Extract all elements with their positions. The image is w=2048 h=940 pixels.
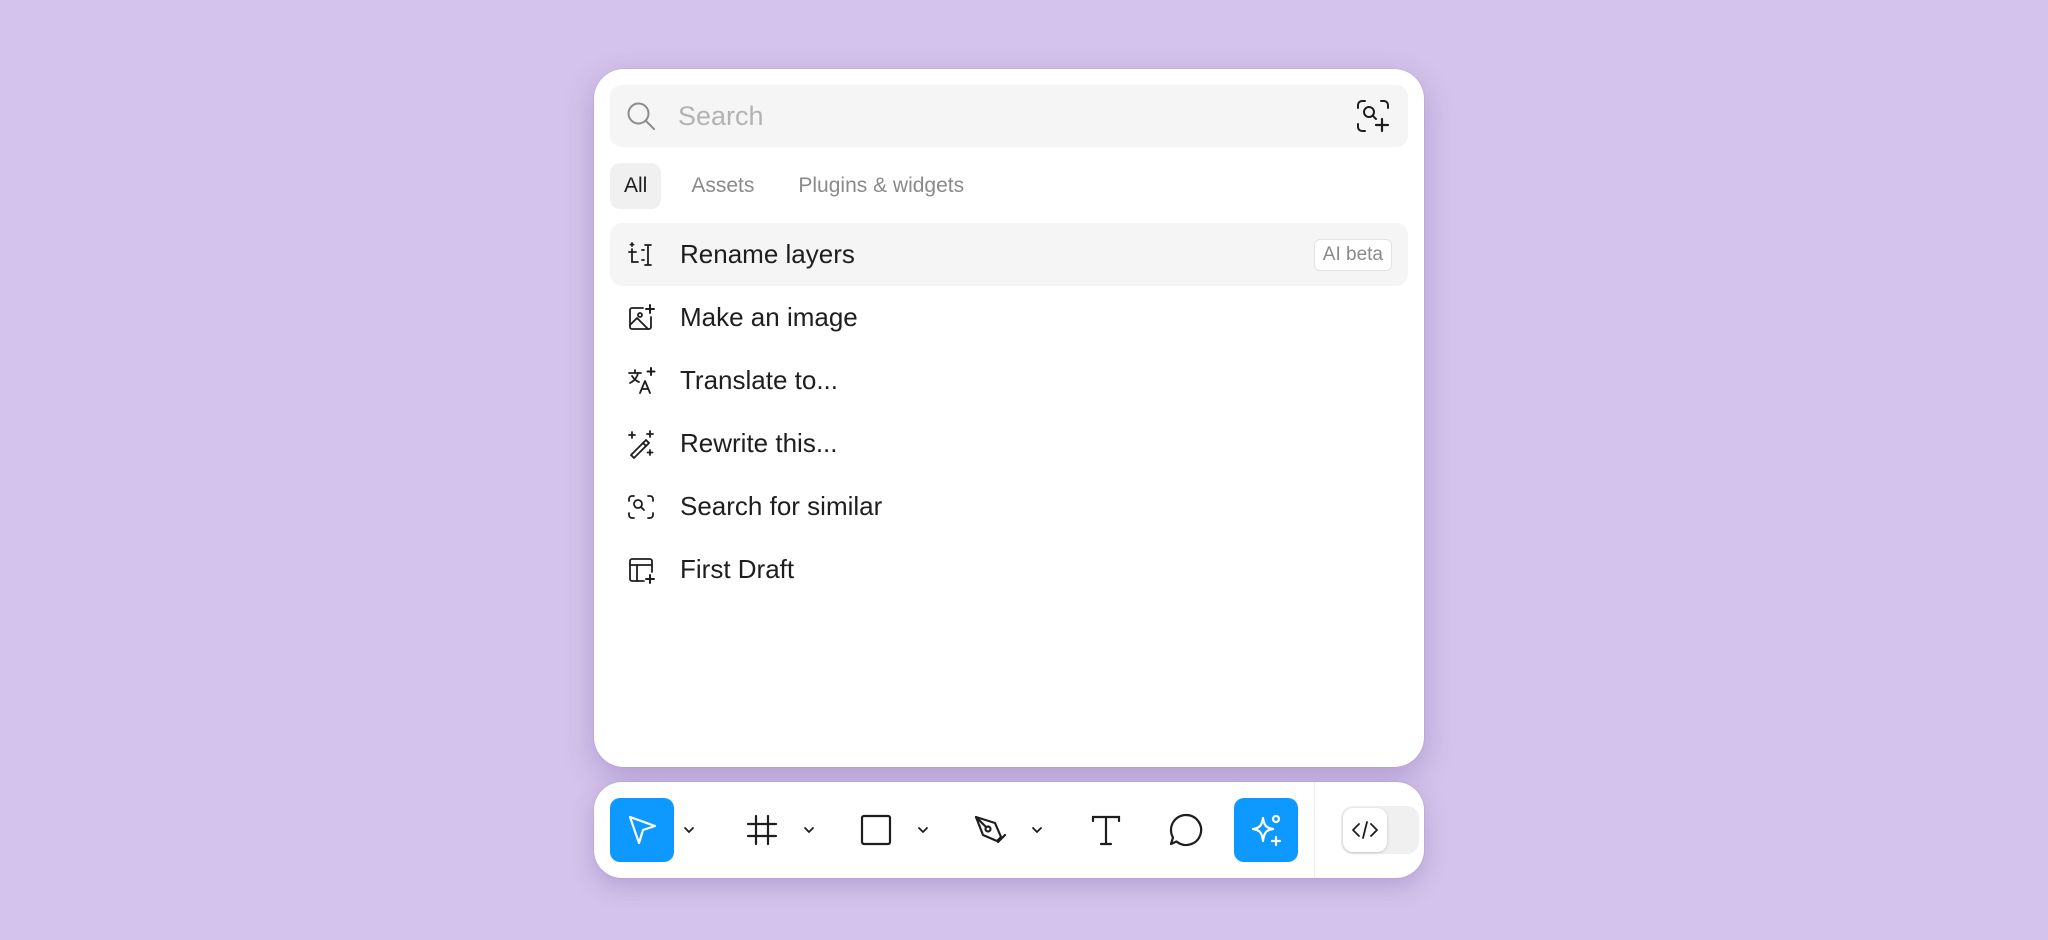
- frame-tool-button[interactable]: [730, 798, 794, 862]
- tab-bar: All Assets Plugins & widgets: [610, 163, 1408, 209]
- rename-layers-icon: [628, 241, 652, 266]
- shape-tool-button[interactable]: [844, 798, 908, 862]
- tab-all[interactable]: All: [610, 163, 662, 209]
- chevron-down-icon: [1032, 827, 1042, 833]
- actions-panel: All Assets Plugins & widgets Rename laye…: [594, 69, 1424, 767]
- action-label: Make an image: [680, 302, 858, 332]
- text-tool-button[interactable]: [1074, 798, 1138, 862]
- dev-mode-toggle-knob: [1343, 808, 1387, 852]
- make-image-icon: [629, 303, 655, 330]
- action-label: Search for similar: [680, 491, 883, 521]
- actions-list: Rename layers AI beta Make an image Tran…: [610, 223, 1408, 601]
- rewrite-wand-icon: [628, 429, 654, 459]
- tab-assets[interactable]: Assets: [677, 163, 768, 209]
- ai-sparkle-icon: [1251, 814, 1282, 847]
- text-t-icon: [1091, 815, 1121, 846]
- pen-icon: [974, 815, 1007, 844]
- action-rename-layers[interactable]: Rename layers AI beta: [610, 223, 1408, 286]
- search-similar-icon: [628, 494, 654, 519]
- chevron-down-icon: [918, 827, 928, 833]
- frame-hash-icon: [746, 814, 778, 846]
- action-rewrite[interactable]: Rewrite this...: [610, 412, 1408, 475]
- comment-bubble-icon: [1169, 813, 1203, 847]
- dev-mode-toggle[interactable]: [1341, 806, 1419, 854]
- search-input[interactable]: [678, 85, 1354, 147]
- code-brackets-icon: [1352, 821, 1378, 839]
- action-translate[interactable]: Translate to...: [610, 349, 1408, 412]
- pen-tool-button[interactable]: [958, 798, 1022, 862]
- action-label: Rewrite this...: [680, 428, 838, 458]
- shape-tool-menu-chevron[interactable]: [908, 798, 938, 862]
- rectangle-icon: [860, 814, 892, 846]
- first-draft-icon: [629, 557, 655, 584]
- ai-actions-button[interactable]: [1234, 798, 1298, 862]
- search-icon: [627, 102, 655, 130]
- action-search-similar[interactable]: Search for similar: [610, 475, 1408, 538]
- chevron-down-icon: [804, 827, 814, 833]
- move-tool-menu-chevron[interactable]: [674, 798, 704, 862]
- chevron-down-icon: [684, 827, 694, 833]
- action-label: Translate to...: [680, 365, 838, 395]
- toolbar-divider: [1314, 782, 1315, 878]
- move-tool-button[interactable]: [610, 798, 674, 862]
- action-label: First Draft: [680, 554, 795, 584]
- bottom-toolbar: [594, 782, 1424, 878]
- search-bar[interactable]: [610, 85, 1408, 147]
- action-make-image[interactable]: Make an image: [610, 286, 1408, 349]
- action-label: Rename layers: [680, 239, 855, 269]
- tab-plugins-widgets[interactable]: Plugins & widgets: [784, 163, 978, 209]
- frame-tool-menu-chevron[interactable]: [794, 798, 824, 862]
- pen-tool-menu-chevron[interactable]: [1022, 798, 1052, 862]
- ai-beta-badge: AI beta: [1313, 238, 1392, 271]
- translate-icon: [628, 366, 656, 394]
- action-first-draft[interactable]: First Draft: [610, 538, 1408, 601]
- cursor-arrow-icon: [628, 815, 657, 845]
- visual-search-icon[interactable]: [1354, 97, 1392, 135]
- comment-tool-button[interactable]: [1154, 798, 1218, 862]
